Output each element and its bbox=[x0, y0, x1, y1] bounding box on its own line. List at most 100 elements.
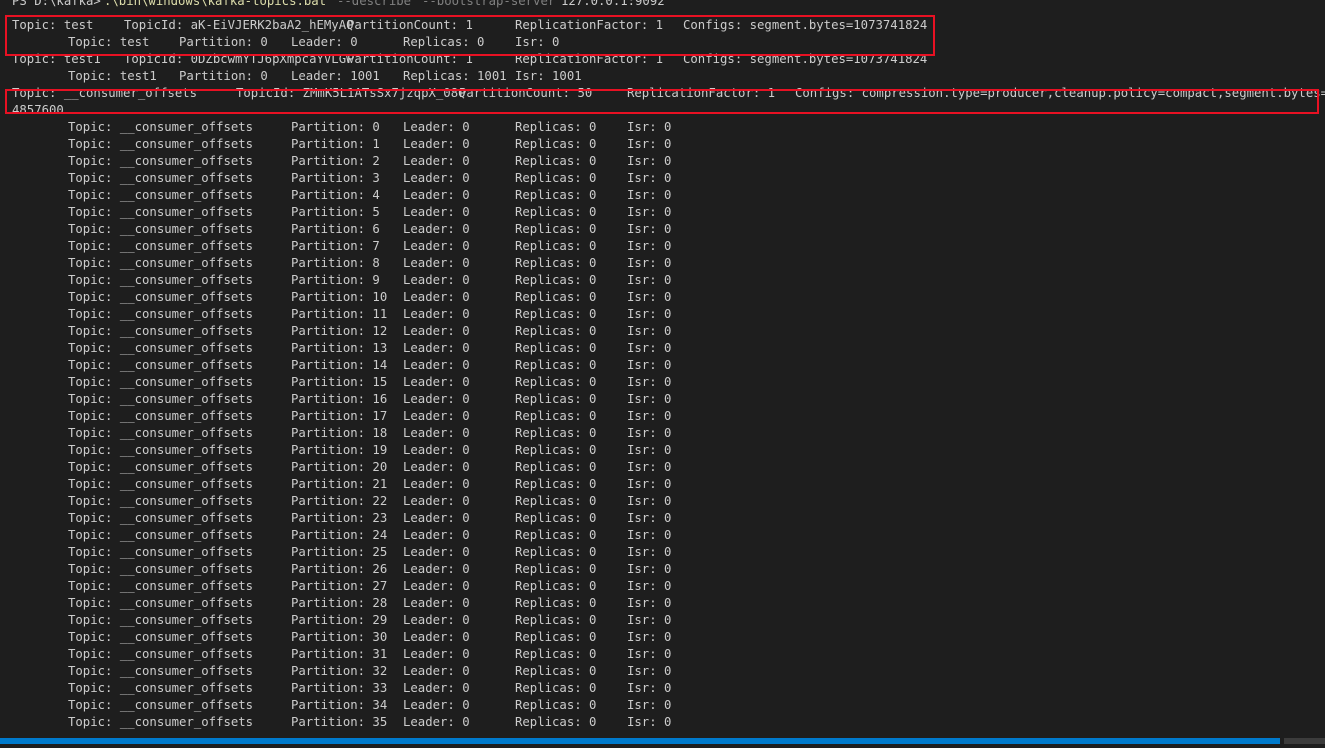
partition-row: Topic: __consumer_offsets Partition: 24 Le… bbox=[0, 527, 1325, 544]
partition-isr: Isr: 0 bbox=[627, 426, 672, 440]
partition-topic: Topic: __consumer_offsets bbox=[68, 698, 254, 712]
partition-leader: Leader: 0 bbox=[403, 120, 470, 134]
partition-row: Topic: __consumer_offsets Partition: 3 Lea… bbox=[0, 170, 1325, 187]
partition-row: Topic: __consumer_offsets Partition: 35 Le… bbox=[0, 714, 1325, 731]
partition-number: Partition: 0 bbox=[291, 120, 380, 134]
partition-isr: Isr: 0 bbox=[627, 477, 672, 491]
partition-leader: Leader: 0 bbox=[403, 562, 470, 576]
partition-topic: Topic: __consumer_offsets bbox=[68, 307, 254, 321]
partition-replicas: Replicas: 0 bbox=[515, 443, 597, 457]
partition-number: Partition: 30 bbox=[291, 630, 388, 644]
partition-topic: Topic: test1 bbox=[68, 69, 157, 83]
partition-topic: Topic: __consumer_offsets bbox=[68, 426, 254, 440]
partition-number: Partition: 20 bbox=[291, 460, 388, 474]
partition-topic: Topic: __consumer_offsets bbox=[68, 647, 254, 661]
partition-topic: Topic: __consumer_offsets bbox=[68, 120, 254, 134]
topic-header-row: Topic: __consumer_offsets TopicId: ZMmK5… bbox=[0, 85, 1325, 102]
partition-number: Partition: 21 bbox=[291, 477, 388, 491]
partition-isr: Isr: 0 bbox=[627, 715, 672, 729]
partition-isr: Isr: 0 bbox=[627, 562, 672, 576]
partition-row: Topic: __consumer_offsets Partition: 19 Le… bbox=[0, 442, 1325, 459]
partition-number: Partition: 7 bbox=[291, 239, 380, 253]
partition-row: Topic: __consumer_offsets Partition: 18 Le… bbox=[0, 425, 1325, 442]
partition-replicas: Replicas: 0 bbox=[515, 528, 597, 542]
partition-isr: Isr: 0 bbox=[627, 511, 672, 525]
partition-row: Topic: __consumer_offsets Partition: 14 Le… bbox=[0, 357, 1325, 374]
partition-isr: Isr: 0 bbox=[627, 273, 672, 287]
partition-number: Partition: 18 bbox=[291, 426, 388, 440]
partition-topic: Topic: __consumer_offsets bbox=[68, 273, 254, 287]
topic-id: TopicId: 0DZbcwmYTJ6pXmpcaYVLGw bbox=[124, 52, 354, 66]
partition-number: Partition: 6 bbox=[291, 222, 380, 236]
partition-replicas: Replicas: 0 bbox=[515, 341, 597, 355]
partition-isr: Isr: 0 bbox=[627, 494, 672, 508]
command-prompt: PS D:\kafka> bbox=[12, 0, 101, 8]
partition-isr: Isr: 0 bbox=[627, 290, 672, 304]
horizontal-scrollbar-thumb[interactable] bbox=[0, 738, 1280, 744]
partition-row: Topic: __consumer_offsets Partition: 30 Le… bbox=[0, 629, 1325, 646]
partition-number: Partition: 23 bbox=[291, 511, 388, 525]
partition-replicas: Replicas: 0 bbox=[515, 273, 597, 287]
partition-replicas: Replicas: 0 bbox=[515, 613, 597, 627]
partition-leader: Leader: 0 bbox=[403, 528, 470, 542]
partition-topic: Topic: __consumer_offsets bbox=[68, 613, 254, 627]
consumer-offsets-partition-list: Topic: __consumer_offsets Partition: 0 Lea… bbox=[0, 119, 1325, 731]
partition-number: Partition: 16 bbox=[291, 392, 388, 406]
partition-isr: Isr: 0 bbox=[627, 256, 672, 270]
partition-topic: Topic: __consumer_offsets bbox=[68, 460, 254, 474]
partition-replicas: Replicas: 0 bbox=[515, 698, 597, 712]
partition-replicas: Replicas: 0 bbox=[515, 307, 597, 321]
partition-topic: Topic: __consumer_offsets bbox=[68, 375, 254, 389]
partition-isr: Isr: 0 bbox=[627, 613, 672, 627]
topic-configs-wrap: 4857600 bbox=[12, 103, 64, 117]
partition-row: Topic: __consumer_offsets Partition: 0 Lea… bbox=[0, 119, 1325, 136]
topic-configs-wrap-row: 4857600 bbox=[0, 102, 1325, 119]
partition-leader: Leader: 0 bbox=[403, 324, 470, 338]
partition-isr: Isr: 0 bbox=[627, 239, 672, 253]
partition-isr: Isr: 0 bbox=[627, 664, 672, 678]
partition-row: Topic: __consumer_offsets Partition: 5 Lea… bbox=[0, 204, 1325, 221]
partition-row: Topic: __consumer_offsets Partition: 12 Le… bbox=[0, 323, 1325, 340]
partition-topic: Topic: __consumer_offsets bbox=[68, 477, 254, 491]
partition-leader: Leader: 0 bbox=[403, 222, 470, 236]
partition-isr: Isr: 0 bbox=[627, 188, 672, 202]
partition-leader: Leader: 0 bbox=[403, 443, 470, 457]
partition-topic: Topic: test bbox=[68, 35, 150, 49]
partition-leader: Leader: 0 bbox=[403, 698, 470, 712]
partition-leader: Leader: 0 bbox=[403, 596, 470, 610]
partition-number: Partition: 13 bbox=[291, 341, 388, 355]
partition-isr: Isr: 0 bbox=[627, 460, 672, 474]
partition-isr: Isr: 0 bbox=[627, 375, 672, 389]
partition-replicas: Replicas: 0 bbox=[515, 239, 597, 253]
partition-replicas: Replicas: 0 bbox=[515, 171, 597, 185]
partition-leader: Leader: 0 bbox=[403, 188, 470, 202]
partition-replicas: Replicas: 0 bbox=[515, 358, 597, 372]
partition-number: Partition: 27 bbox=[291, 579, 388, 593]
partition-leader: Leader: 0 bbox=[403, 647, 470, 661]
topic-id: TopicId: aK-EiVJERK2baA2_hEMyAQ bbox=[124, 18, 354, 32]
partition-number: Partition: 0 bbox=[179, 69, 268, 83]
partition-leader: Leader: 0 bbox=[403, 341, 470, 355]
topic-name: Topic: __consumer_offsets bbox=[12, 86, 198, 100]
partition-number: Partition: 31 bbox=[291, 647, 388, 661]
terminal-output[interactable]: PS D:\kafka> .\bin\windows\kafka-topics.… bbox=[0, 0, 1325, 748]
partition-row: Topic: test1 Partition: 0 Leader: 1001 R… bbox=[0, 68, 1325, 85]
partition-row: Topic: __consumer_offsets Partition: 11 Le… bbox=[0, 306, 1325, 323]
partition-topic: Topic: __consumer_offsets bbox=[68, 545, 254, 559]
partition-topic: Topic: __consumer_offsets bbox=[68, 239, 254, 253]
partition-isr: Isr: 0 bbox=[627, 205, 672, 219]
partition-leader: Leader: 0 bbox=[403, 290, 470, 304]
replication-factor: ReplicationFactor: 1 bbox=[515, 52, 664, 66]
partition-replicas: Replicas: 0 bbox=[515, 290, 597, 304]
partition-topic: Topic: __consumer_offsets bbox=[68, 528, 254, 542]
topic-configs: Configs: compression.type=producer,clean… bbox=[795, 86, 1325, 100]
partition-row: Topic: __consumer_offsets Partition: 21 Le… bbox=[0, 476, 1325, 493]
partition-number: Partition: 17 bbox=[291, 409, 388, 423]
partition-number: Partition: 26 bbox=[291, 562, 388, 576]
partition-isr: Isr: 0 bbox=[627, 222, 672, 236]
partition-number: Partition: 15 bbox=[291, 375, 388, 389]
partition-number: Partition: 28 bbox=[291, 596, 388, 610]
partition-leader: Leader: 0 bbox=[403, 681, 470, 695]
partition-replicas: Replicas: 0 bbox=[515, 664, 597, 678]
topic-configs: Configs: segment.bytes=1073741824 bbox=[683, 52, 928, 66]
